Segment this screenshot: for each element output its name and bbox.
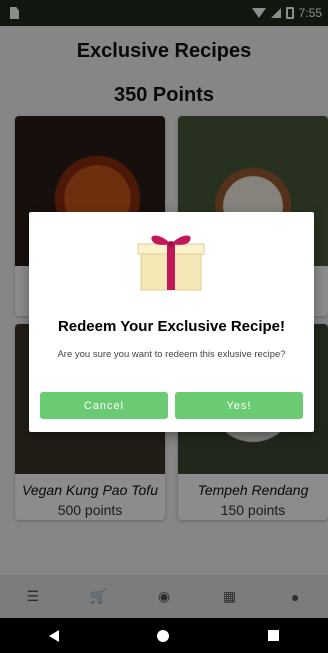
back-icon[interactable] — [49, 629, 60, 642]
system-navigation-bar — [0, 618, 328, 653]
recent-apps-icon[interactable] — [267, 630, 279, 641]
dialog-message: Are you sure you want to redeem this exl… — [57, 349, 286, 360]
cancel-button[interactable]: Cancel — [40, 392, 168, 419]
confirm-button[interactable]: Yes! — [175, 392, 303, 419]
gift-icon — [137, 235, 205, 291]
home-icon[interactable] — [157, 629, 170, 642]
redeem-dialog: Redeem Your Exclusive Recipe! Are you su… — [29, 212, 314, 432]
dialog-title: Redeem Your Exclusive Recipe! — [57, 318, 286, 335]
